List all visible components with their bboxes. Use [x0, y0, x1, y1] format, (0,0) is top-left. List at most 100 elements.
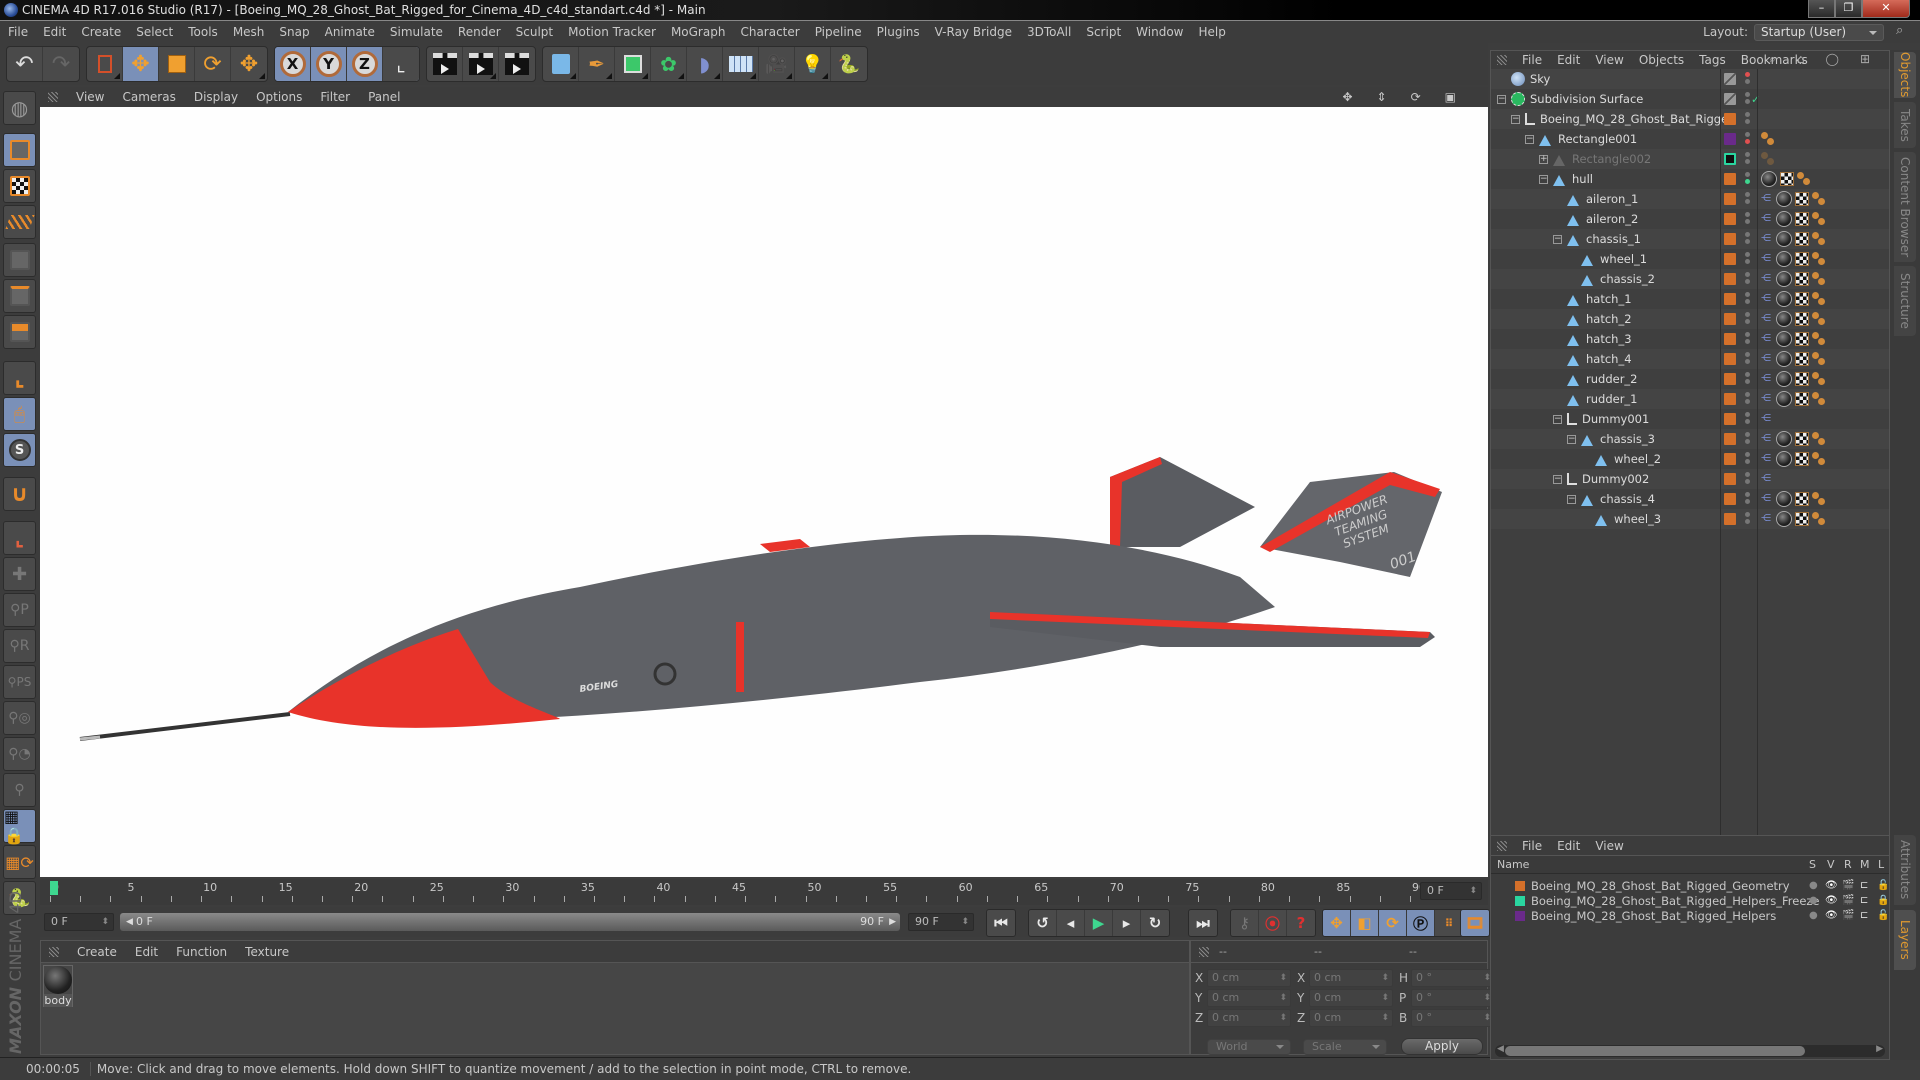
material-tag-icon[interactable]	[1776, 191, 1792, 207]
phong-tag-icon[interactable]	[1797, 172, 1811, 186]
material-tag-icon[interactable]	[1776, 391, 1792, 407]
phong-tag-icon[interactable]	[1812, 492, 1826, 506]
phong-tag-icon[interactable]	[1812, 432, 1826, 446]
object-row[interactable]: hatch_4 ⋲	[1491, 349, 1889, 369]
object-row[interactable]: hatch_3 ⋲	[1491, 329, 1889, 349]
menu-script[interactable]: Script	[1086, 25, 1121, 39]
visibility-toggle[interactable]	[1745, 372, 1751, 386]
layer-color-swatch[interactable]	[1724, 73, 1736, 85]
menu-plugins[interactable]: Plugins	[877, 25, 920, 39]
layer-menu-edit[interactable]: Edit	[1557, 839, 1580, 853]
tab-structure[interactable]: Structure	[1894, 266, 1916, 336]
uvw-tag-icon[interactable]	[1795, 292, 1809, 306]
layer-color-swatch[interactable]	[1724, 253, 1736, 265]
solo-icon[interactable]: ●	[1809, 895, 1818, 906]
layer-color-swatch[interactable]	[1724, 293, 1736, 305]
workplane-button[interactable]: ⌞	[3, 521, 36, 555]
previous-frame-button[interactable]: ◂	[1057, 910, 1085, 936]
object-row[interactable]: rudder_1 ⋲	[1491, 389, 1889, 409]
phong-tag-icon[interactable]	[1812, 312, 1826, 326]
phong-tag-icon[interactable]	[1812, 292, 1826, 306]
menu-file[interactable]: File	[8, 25, 28, 39]
layer-color-swatch[interactable]	[1724, 133, 1736, 145]
record-rotation-button[interactable]: ⟳	[1379, 910, 1407, 936]
preview-range-slider[interactable]: ◀ 0 F 90 F ▶	[120, 913, 900, 931]
viewport-menu-cameras[interactable]: Cameras	[122, 90, 175, 104]
uvw-tag-icon[interactable]	[1795, 252, 1809, 266]
restore-button[interactable]: ❐	[1835, 0, 1862, 18]
object-row[interactable]: aileron_2 ⋲	[1491, 209, 1889, 229]
skin-tag-icon[interactable]: ⋲	[1761, 293, 1773, 305]
horizontal-scrollbar[interactable]: ◀ ▶	[1495, 1044, 1885, 1057]
skin-tag-icon[interactable]: ⋲	[1761, 253, 1773, 265]
object-row[interactable]: wheel_2 ⋲	[1491, 449, 1889, 469]
col-manager[interactable]: M	[1860, 858, 1870, 871]
menu-tools[interactable]: Tools	[188, 25, 218, 39]
lock-icon[interactable]: 🔒	[1877, 895, 1889, 906]
new-panel-icon[interactable]: ⊞	[1860, 52, 1870, 67]
visible-icon[interactable]: 👁	[1825, 880, 1838, 891]
object-menu-edit[interactable]: Edit	[1557, 53, 1580, 67]
z-axis-toggle[interactable]: Z	[347, 47, 383, 81]
scale-tool-button[interactable]	[159, 47, 195, 81]
layer-color-swatch[interactable]	[1724, 493, 1736, 505]
coordinate-mode-dropdown[interactable]: World	[1207, 1039, 1291, 1055]
edges-mode-button[interactable]	[3, 279, 36, 313]
menu-motion-tracker[interactable]: Motion Tracker	[568, 25, 656, 39]
skin-tag-icon[interactable]: ⋲	[1761, 193, 1773, 205]
phong-tag-icon[interactable]	[1812, 192, 1826, 206]
solo-icon[interactable]: ●	[1809, 880, 1818, 891]
menu-create[interactable]: Create	[81, 25, 121, 39]
uvw-tag-icon[interactable]	[1795, 212, 1809, 226]
skin-tag-icon[interactable]: ⋲	[1761, 493, 1773, 505]
layer-color-swatch[interactable]	[1724, 453, 1736, 465]
floor-button[interactable]	[723, 47, 759, 81]
object-row[interactable]: − Subdivision Surface ✓	[1491, 89, 1889, 109]
rot-b-field[interactable]: 0 °	[1411, 1009, 1495, 1027]
manager-icon[interactable]: ⊏	[1860, 880, 1868, 891]
pan-icon[interactable]: ✥	[1342, 90, 1352, 104]
layer-color-swatch[interactable]	[1724, 113, 1736, 125]
tweak-mode-button[interactable]: 🖱	[3, 397, 36, 431]
menu-mesh[interactable]: Mesh	[233, 25, 265, 39]
rot-h-field[interactable]: 0 °	[1411, 969, 1495, 987]
viewport-menu-panel[interactable]: Panel	[368, 90, 400, 104]
pos-x-field[interactable]: 0 cm	[1207, 969, 1291, 987]
collapse-icon[interactable]: −	[1525, 134, 1534, 144]
material-tag-icon[interactable]	[1776, 231, 1792, 247]
uvw-tag-icon[interactable]	[1795, 372, 1809, 386]
collapse-icon[interactable]: −	[1553, 414, 1562, 424]
material-tag-icon[interactable]	[1776, 251, 1792, 267]
object-row[interactable]: Sky	[1491, 69, 1889, 89]
ik-pin-button[interactable]: ⚲	[3, 773, 36, 807]
skin-tag-icon[interactable]: ⋲	[1761, 313, 1773, 325]
object-menu-objects[interactable]: Objects	[1639, 53, 1684, 67]
layer-row[interactable]: Boeing_MQ_28_Ghost_Bat_Rigged_Helpers_Fr…	[1491, 893, 1889, 908]
visibility-toggle[interactable]	[1745, 412, 1751, 426]
add-joint-button[interactable]: ✚	[3, 557, 36, 591]
layer-row[interactable]: Boeing_MQ_28_Ghost_Bat_Rigged_Geometry ● 👁…	[1491, 878, 1889, 893]
layer-color-swatch[interactable]	[1724, 373, 1736, 385]
render-picture-viewer-button[interactable]	[463, 47, 499, 81]
size-x-field[interactable]: 0 cm	[1309, 969, 1393, 987]
object-menu-tags[interactable]: Tags	[1699, 53, 1726, 67]
mat-menu-create[interactable]: Create	[77, 945, 117, 959]
uvw-tag-icon[interactable]	[1795, 312, 1809, 326]
material-tag-icon[interactable]	[1776, 511, 1792, 527]
visibility-toggle[interactable]	[1745, 272, 1751, 286]
size-z-field[interactable]: 0 cm	[1309, 1009, 1393, 1027]
light-button[interactable]: 💡	[795, 47, 831, 81]
uvw-tag-icon[interactable]	[1780, 172, 1794, 186]
uvw-tag-icon[interactable]	[1795, 192, 1809, 206]
mat-menu-function[interactable]: Function	[176, 945, 227, 959]
visible-icon[interactable]: 👁	[1825, 895, 1838, 906]
phong-tag-icon[interactable]	[1812, 272, 1826, 286]
phong-tag-icon[interactable]	[1812, 372, 1826, 386]
visibility-toggle[interactable]	[1745, 232, 1751, 246]
object-row[interactable]: hatch_2 ⋲	[1491, 309, 1889, 329]
menu-edit[interactable]: Edit	[43, 25, 66, 39]
go-to-start-button[interactable]: ⏮	[987, 910, 1015, 936]
material-tag-icon[interactable]	[1776, 371, 1792, 387]
layer-color-swatch[interactable]	[1724, 173, 1736, 185]
visibility-toggle[interactable]	[1745, 212, 1751, 226]
